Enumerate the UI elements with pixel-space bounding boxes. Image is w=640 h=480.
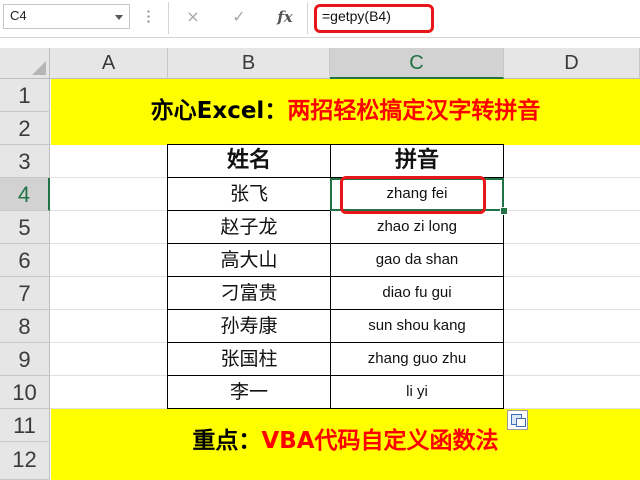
title-prefix: 亦心Excel： <box>150 98 288 124</box>
table-header-name[interactable]: 姓名 <box>167 144 331 178</box>
drag-handle-icon[interactable] <box>147 9 150 25</box>
bottom-banner[interactable]: 重点：VBA代码自定义函数法 <box>51 409 640 480</box>
table-cell-name[interactable]: 赵子龙 <box>167 210 331 244</box>
fill-handle[interactable] <box>500 207 508 215</box>
bottom-prefix: 重点： <box>192 428 262 454</box>
paste-options-glyph <box>516 418 526 427</box>
name-box-value: C4 <box>10 8 27 23</box>
row-header-10[interactable]: 10 <box>0 376 50 409</box>
table-cell-pinyin[interactable]: diao fu gui <box>330 276 504 310</box>
bottom-highlight: VBA代码自定义函数法 <box>261 428 499 454</box>
table-cell-pinyin[interactable]: zhao zi long <box>330 210 504 244</box>
chevron-down-icon[interactable] <box>115 15 123 20</box>
divider <box>307 2 308 34</box>
table-cell-name[interactable]: 张国柱 <box>167 342 331 376</box>
column-header-b[interactable]: B <box>168 48 330 79</box>
row-header-1[interactable]: 1 <box>0 79 50 112</box>
formula-bar: C4 × ✓ fx =getpy(B4) <box>0 0 640 38</box>
column-header-a[interactable]: A <box>50 48 168 79</box>
row-header-8[interactable]: 8 <box>0 310 50 343</box>
row-header-11[interactable]: 11 <box>0 409 50 442</box>
close-icon: × <box>186 7 200 26</box>
table-cell-name[interactable]: 刁富贵 <box>167 276 331 310</box>
table-header-pinyin[interactable]: 拼音 <box>330 144 504 178</box>
column-header-c[interactable]: C <box>330 48 504 79</box>
row-header-2[interactable]: 2 <box>0 112 50 145</box>
select-all-button[interactable] <box>0 48 50 79</box>
table-cell-pinyin[interactable]: gao da shan <box>330 243 504 277</box>
row-header-6[interactable]: 6 <box>0 244 50 277</box>
row-header-5[interactable]: 5 <box>0 211 50 244</box>
row-header-9[interactable]: 9 <box>0 343 50 376</box>
table-cell-pinyin[interactable]: sun shou kang <box>330 309 504 343</box>
table-cell-name[interactable]: 孙寿康 <box>167 309 331 343</box>
table-cell-name[interactable]: 高大山 <box>167 243 331 277</box>
cancel-button[interactable]: × <box>182 6 204 28</box>
name-box[interactable]: C4 <box>3 4 130 29</box>
row-header-3[interactable]: 3 <box>0 145 50 178</box>
formula-highlight-box <box>314 4 434 33</box>
table-cell-name[interactable]: 张飞 <box>167 177 331 211</box>
column-header-d[interactable]: D <box>504 48 640 79</box>
insert-function-button[interactable]: fx <box>273 6 297 28</box>
enter-button[interactable]: ✓ <box>228 6 250 28</box>
cell-highlight-box <box>340 176 486 214</box>
table-cell-name[interactable]: 李一 <box>167 375 331 409</box>
paste-options-icon[interactable] <box>507 410 528 430</box>
divider <box>168 2 169 34</box>
row-header-7[interactable]: 7 <box>0 277 50 310</box>
title-highlight: 两招轻松搞定汉字转拼音 <box>287 98 541 124</box>
table-cell-pinyin[interactable]: li yi <box>330 375 504 409</box>
check-icon: ✓ <box>232 7 246 26</box>
row-header-12[interactable]: 12 <box>0 442 50 480</box>
row-header-4[interactable]: 4 <box>0 178 50 211</box>
title-banner[interactable]: 亦心Excel：两招轻松搞定汉字转拼音 <box>51 79 640 145</box>
fx-icon: fx <box>277 8 293 26</box>
table-cell-pinyin[interactable]: zhang guo zhu <box>330 342 504 376</box>
